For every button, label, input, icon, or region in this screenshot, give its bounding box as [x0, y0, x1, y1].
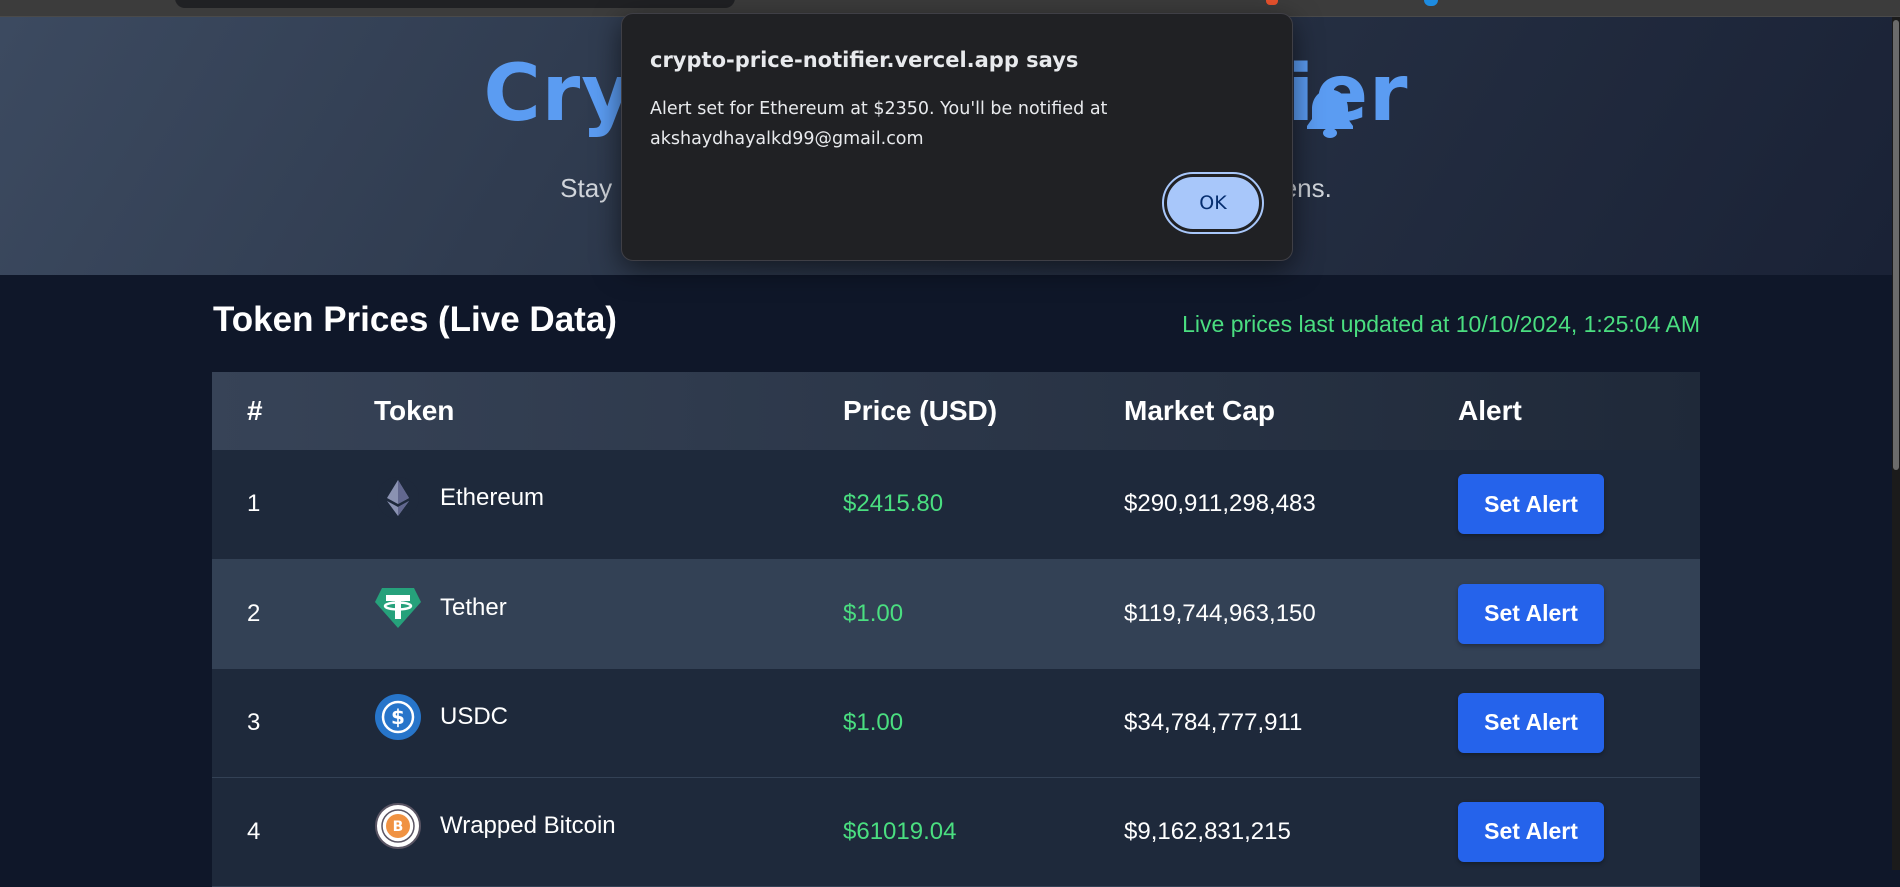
- rank-cell: 1: [247, 490, 261, 518]
- dialog-message: Alert set for Ethereum at $2350. You'll …: [650, 99, 1108, 149]
- wrapped-bitcoin-icon: B: [374, 802, 422, 850]
- header-token: Token: [374, 395, 455, 426]
- header-market-cap: Market Cap: [1124, 395, 1275, 426]
- token-name: Tether: [440, 593, 507, 621]
- scrollbar-thumb[interactable]: [1893, 20, 1899, 470]
- table-row: 1 Ethereum $2415.80 $290,911,298,483 Set…: [212, 450, 1700, 559]
- section-title: Token Prices (Live Data): [213, 300, 617, 339]
- set-alert-button[interactable]: Set Alert: [1458, 474, 1604, 535]
- rank-cell: 2: [247, 599, 261, 627]
- tether-icon: [374, 584, 422, 632]
- bell-icon: [1307, 84, 1353, 138]
- header-rank: #: [247, 395, 263, 426]
- header-price: Price (USD): [843, 395, 998, 426]
- token-name: Ethereum: [440, 484, 545, 512]
- ethereum-icon: [374, 474, 422, 522]
- svg-text:$: $: [391, 705, 405, 729]
- set-alert-button[interactable]: Set Alert: [1458, 801, 1604, 862]
- price-cell: $1.00: [843, 599, 904, 627]
- token-name: USDC: [440, 702, 509, 730]
- header-alert: Alert: [1458, 395, 1522, 426]
- usdc-icon: $: [374, 693, 422, 741]
- market-cap-cell: $34,784,777,911: [1124, 708, 1303, 736]
- set-alert-button[interactable]: Set Alert: [1458, 583, 1604, 644]
- token-price-table: # Token Price (USD) Market Cap Alert 1 E…: [212, 372, 1700, 887]
- price-cell: $2415.80: [843, 490, 944, 518]
- ok-button[interactable]: OK: [1162, 172, 1264, 234]
- last-updated-text: Live prices last updated at 10/10/2024, …: [1182, 311, 1700, 337]
- svg-text:B: B: [393, 819, 404, 835]
- market-cap-cell: $290,911,298,483: [1124, 490, 1316, 518]
- table-row: 2 Tether $1.00 $119,744,963,150 Set Aler…: [212, 559, 1700, 668]
- token-name: Wrapped Bitcoin: [440, 811, 616, 839]
- address-bar[interactable]: [175, 0, 735, 8]
- table-row: 3 $ USDC $1.00 $34,784,777,911 Set Alert: [212, 668, 1700, 777]
- market-cap-cell: $119,744,963,150: [1124, 599, 1316, 627]
- extension-icon[interactable]: [1266, 0, 1278, 5]
- extension-icon[interactable]: [1424, 0, 1438, 6]
- price-cell: $1.00: [843, 708, 904, 736]
- rank-cell: 3: [247, 708, 261, 736]
- alert-dialog: crypto-price-notifier.vercel.app says Al…: [621, 13, 1293, 261]
- dialog-title: crypto-price-notifier.vercel.app says: [650, 48, 1079, 72]
- table-header-row: # Token Price (USD) Market Cap Alert: [212, 372, 1700, 450]
- set-alert-button[interactable]: Set Alert: [1458, 692, 1604, 753]
